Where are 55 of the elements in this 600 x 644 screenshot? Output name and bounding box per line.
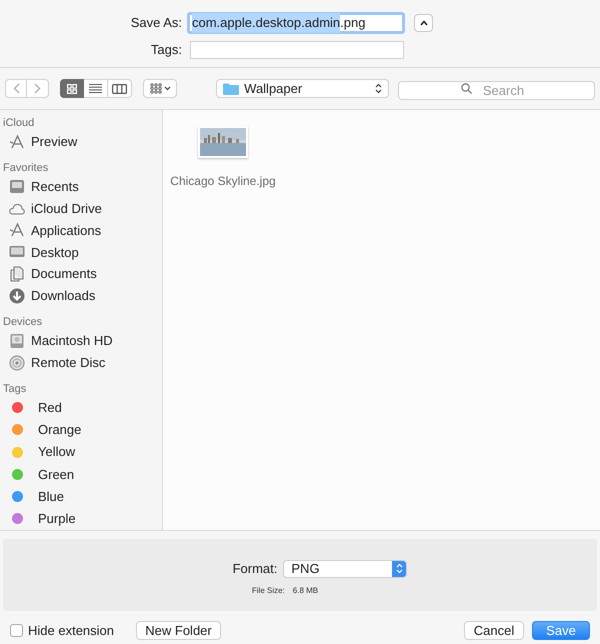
tags-label: Tags: bbox=[150, 41, 182, 59]
search-field[interactable]: Search bbox=[398, 81, 595, 100]
sidebar-item[interactable]: Yellow bbox=[0, 441, 162, 464]
icons-view-button[interactable] bbox=[60, 79, 84, 98]
list-view-button[interactable] bbox=[84, 79, 108, 98]
section-heading: iCloud bbox=[2, 116, 36, 131]
section-heading: Tags bbox=[2, 382, 28, 397]
grid-icon bbox=[67, 84, 77, 94]
sidebar-item[interactable]: Desktop bbox=[0, 241, 162, 264]
sidebar-item[interactable]: Preview bbox=[0, 131, 162, 153]
columns-view-button[interactable] bbox=[108, 79, 132, 98]
disc-icon bbox=[9, 354, 25, 371]
sidebar-item[interactable]: Red bbox=[0, 396, 162, 419]
file-name[interactable]: Chicago Skyline.jpg bbox=[170, 172, 276, 190]
stepper-icon bbox=[396, 563, 403, 574]
expand-button[interactable] bbox=[414, 14, 433, 32]
back-icon bbox=[12, 83, 20, 94]
sidebar-item[interactable]: Green bbox=[0, 463, 162, 486]
format-label: Format: bbox=[232, 560, 278, 578]
columns-icon bbox=[112, 84, 127, 94]
sidebar-item[interactable]: Remote Disc bbox=[0, 352, 162, 374]
format-popup[interactable]: PNG bbox=[283, 560, 408, 578]
sidebar-item[interactable]: Blue bbox=[0, 486, 162, 508]
caret-icon bbox=[164, 86, 171, 91]
sidebar-item[interactable]: Applications bbox=[0, 220, 162, 242]
arrange-button[interactable] bbox=[143, 79, 178, 98]
sidebar-item[interactable]: Documents bbox=[0, 263, 162, 286]
list-icon bbox=[89, 84, 102, 93]
location-popup[interactable]: Wallpaper bbox=[216, 79, 389, 98]
grid-icon bbox=[150, 83, 162, 94]
search-icon bbox=[461, 83, 472, 94]
filename-field[interactable]: com.apple.desktop.admin.png bbox=[187, 12, 405, 34]
folder-icon bbox=[223, 82, 240, 94]
forward-icon bbox=[34, 83, 41, 94]
dialog-button[interactable]: Cancel bbox=[464, 621, 524, 640]
sidebar-item[interactable]: iCloud Drive bbox=[0, 198, 162, 220]
sidebar-item[interactable]: Recents bbox=[0, 176, 162, 198]
documents-icon bbox=[9, 266, 25, 282]
file-size-label: File Size: bbox=[252, 584, 285, 596]
stepper-icon bbox=[375, 83, 382, 94]
tray-icon bbox=[9, 178, 25, 195]
section-heading: Favorites bbox=[2, 160, 50, 176]
section-heading: Devices bbox=[2, 314, 44, 330]
save-as-label: Save As: bbox=[130, 14, 182, 32]
file-size-value: 6.8 MB bbox=[292, 584, 318, 596]
sidebar-item[interactable]: Macintosh HD bbox=[0, 330, 162, 352]
dialog-button[interactable]: New Folder bbox=[136, 621, 221, 640]
sidebar-item[interactable]: Downloads bbox=[0, 285, 162, 307]
tags-field[interactable] bbox=[190, 40, 404, 59]
chevron-icon bbox=[420, 20, 428, 26]
hard-drive-icon bbox=[9, 332, 25, 349]
download-icon bbox=[9, 288, 25, 304]
sidebar-item[interactable]: Purple bbox=[0, 508, 162, 530]
hide-extension-checkbox[interactable]: Hide extension bbox=[10, 621, 114, 640]
sidebar-item[interactable]: Orange bbox=[0, 418, 162, 442]
